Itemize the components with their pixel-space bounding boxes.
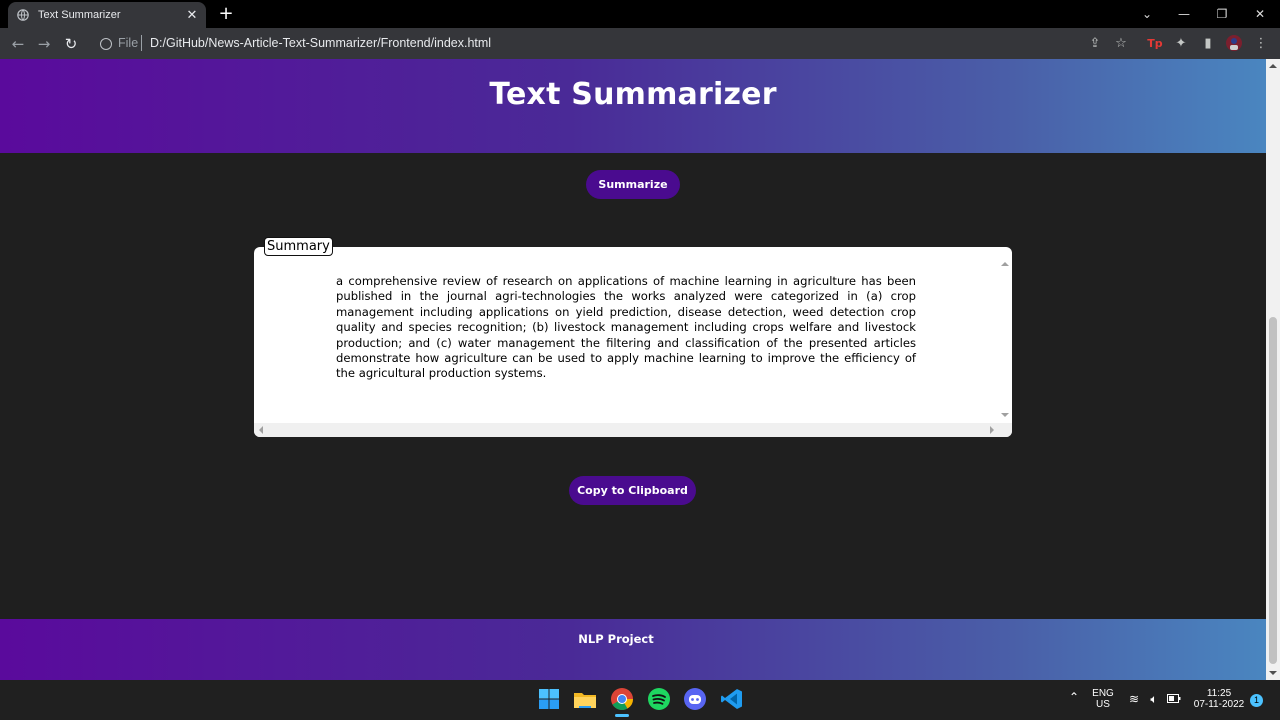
summary-horizontal-scrollbar[interactable]	[254, 423, 1012, 437]
browser-tab[interactable]: Text Summarizer ✕	[8, 2, 206, 28]
summarize-button[interactable]: Summarize	[586, 170, 680, 199]
page-scrollbar[interactable]	[1266, 59, 1280, 680]
page-title: Text Summarizer	[489, 77, 777, 112]
windows-start-icon[interactable]	[536, 686, 562, 712]
bookmark-star-icon[interactable]: ☆	[1112, 35, 1130, 53]
wifi-icon[interactable]: ≋	[1126, 692, 1142, 706]
reload-icon[interactable]: ↻	[61, 34, 81, 54]
page-scroll-up-icon[interactable]	[1269, 64, 1277, 68]
spotify-icon[interactable]	[646, 686, 672, 712]
extensions-puzzle-icon[interactable]: ✦	[1172, 35, 1190, 53]
notification-badge[interactable]: 1	[1250, 694, 1263, 707]
active-app-indicator	[615, 714, 629, 717]
footer: NLP Project	[0, 619, 1266, 680]
globe-icon	[17, 9, 29, 21]
summary-vertical-scrollbar[interactable]	[998, 257, 1012, 422]
clock[interactable]: 11:25 07-11-2022	[1190, 688, 1248, 710]
tab-close-icon[interactable]: ✕	[182, 8, 202, 23]
copy-to-clipboard-button[interactable]: Copy to Clipboard	[569, 476, 696, 505]
restore-icon[interactable]: ❐	[1212, 4, 1232, 24]
info-icon[interactable]	[100, 38, 112, 50]
clock-date: 07-11-2022	[1193, 699, 1245, 710]
scroll-down-arrow-icon[interactable]	[1001, 413, 1009, 417]
side-panel-icon[interactable]: ▮	[1199, 35, 1217, 53]
scroll-right-arrow-icon[interactable]	[990, 426, 994, 434]
page-scroll-down-icon[interactable]	[1269, 671, 1277, 675]
window-close-icon[interactable]: ✕	[1250, 4, 1270, 24]
scroll-up-arrow-icon[interactable]	[1001, 262, 1009, 266]
summary-text: a comprehensive review of research on ap…	[336, 274, 916, 381]
chrome-icon[interactable]	[609, 686, 635, 712]
file-explorer-icon[interactable]	[572, 686, 598, 712]
language-indicator[interactable]: ENG US	[1090, 688, 1116, 710]
new-tab-button[interactable]: +	[216, 4, 236, 24]
windows-taskbar	[0, 680, 1280, 720]
vscode-icon[interactable]	[719, 686, 745, 712]
file-label: File	[118, 36, 139, 50]
header-banner: Text Summarizer	[0, 59, 1266, 153]
region-code: US	[1096, 699, 1110, 710]
scroll-left-arrow-icon[interactable]	[259, 426, 263, 434]
page-content: Text Summarizer Summarize Summary a comp…	[0, 59, 1266, 680]
battery-icon[interactable]	[1166, 694, 1182, 706]
tab-search-icon[interactable]: ⌄	[1137, 4, 1157, 24]
tray-overflow-icon[interactable]: ⌃	[1066, 690, 1082, 704]
summary-textarea[interactable]: a comprehensive review of research on ap…	[254, 247, 1012, 437]
page-scroll-thumb[interactable]	[1269, 317, 1277, 664]
extension-tp-icon[interactable]: Tp	[1146, 35, 1164, 53]
clock-time: 11:25	[1206, 688, 1232, 699]
address-separator	[141, 35, 142, 51]
browser-tab-bar: Text Summarizer ✕ + ⌄ — ❐ ✕	[0, 0, 1280, 28]
language-code: ENG	[1092, 688, 1114, 699]
discord-icon[interactable]	[682, 686, 708, 712]
forward-icon[interactable]: →	[34, 34, 54, 54]
back-icon[interactable]: ←	[8, 34, 28, 54]
menu-kebab-icon[interactable]: ⋮	[1252, 35, 1270, 53]
tab-title: Text Summarizer	[38, 9, 121, 21]
minimize-icon[interactable]: —	[1174, 4, 1194, 24]
share-icon[interactable]: ⇪	[1086, 35, 1104, 53]
summary-legend: Summary	[264, 237, 333, 256]
footer-text: NLP Project	[578, 632, 654, 646]
profile-avatar[interactable]	[1225, 35, 1243, 53]
url-text[interactable]: D:/GitHub/News-Article-Text-Summarizer/F…	[150, 36, 491, 50]
volume-icon[interactable]: 🔈︎	[1146, 692, 1162, 707]
